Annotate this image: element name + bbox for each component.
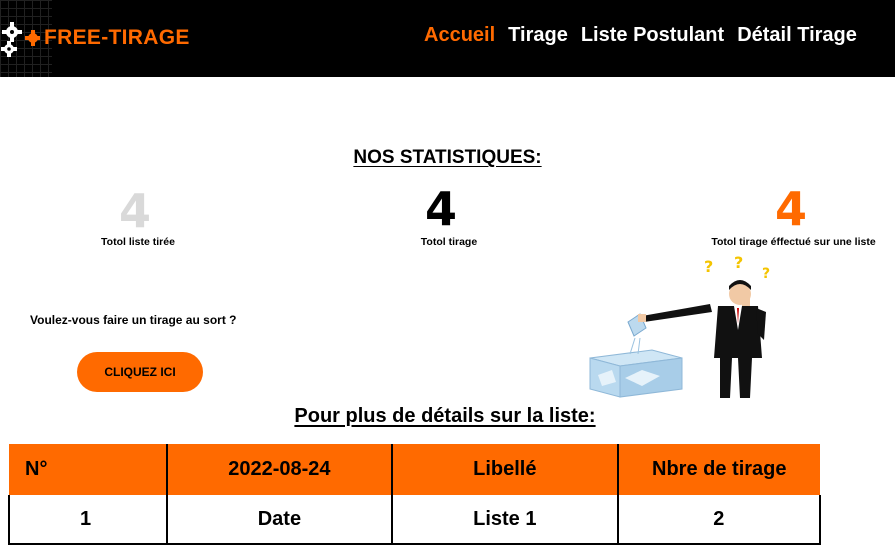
- main-nav: Accueil Tirage Liste Postulant Détail Ti…: [424, 24, 870, 47]
- stat-value-listes: 4: [119, 184, 152, 238]
- table-row[interactable]: 1 Date Liste 1 2: [8, 495, 822, 545]
- stat-label-tirages-liste: Totol tirage éffectué sur une liste: [711, 236, 876, 248]
- table-header-number: N°: [9, 444, 168, 495]
- navbar: FREE-TIRAGE Accueil Tirage Liste Postula…: [0, 0, 895, 77]
- nav-link-detail-tirage[interactable]: Détail Tirage: [737, 24, 857, 47]
- table-header-row: N° 2022-08-24 Libellé Nbre de tirage: [9, 444, 820, 495]
- table-cell-number: 1: [8, 495, 168, 545]
- table-header-draw-count: Nbre de tirage: [617, 444, 820, 495]
- stat-label-tirages: Totol tirage: [420, 236, 478, 248]
- table-cell-draw-count: 2: [617, 495, 822, 545]
- table-cell-label: Liste 1: [392, 495, 619, 545]
- nav-link-tirage[interactable]: Tirage: [508, 24, 568, 47]
- nav-link-liste-postulant[interactable]: Liste Postulant: [581, 24, 724, 47]
- draw-question: Voulez-vous faire un tirage au sort ?: [30, 313, 237, 327]
- stats-title: NOS STATISTIQUES:: [353, 147, 542, 168]
- ballot-box-man-illustration: ? ? ?: [589, 253, 770, 398]
- gears-logo-icon[interactable]: [0, 22, 40, 58]
- stat-value-tirages-liste: 4: [775, 182, 808, 236]
- details-title: Pour plus de détails sur la liste:: [294, 405, 596, 427]
- svg-text:?: ?: [762, 266, 770, 282]
- lists-table: N° 2022-08-24 Libellé Nbre de tirage 1 D…: [8, 444, 822, 545]
- stat-value-tirages: 4: [425, 182, 458, 236]
- stat-label-listes: Totol liste tirée: [101, 236, 175, 248]
- table-header-label: Libellé: [392, 444, 619, 495]
- table-header-date: 2022-08-24: [166, 444, 394, 495]
- brand-name[interactable]: FREE-TIRAGE: [44, 26, 190, 50]
- svg-text:?: ?: [734, 253, 743, 272]
- click-here-button[interactable]: CLIQUEZ ICI: [77, 352, 203, 392]
- table-cell-date: Date: [166, 495, 394, 545]
- nav-link-accueil[interactable]: Accueil: [424, 24, 495, 47]
- svg-text:?: ?: [704, 257, 713, 276]
